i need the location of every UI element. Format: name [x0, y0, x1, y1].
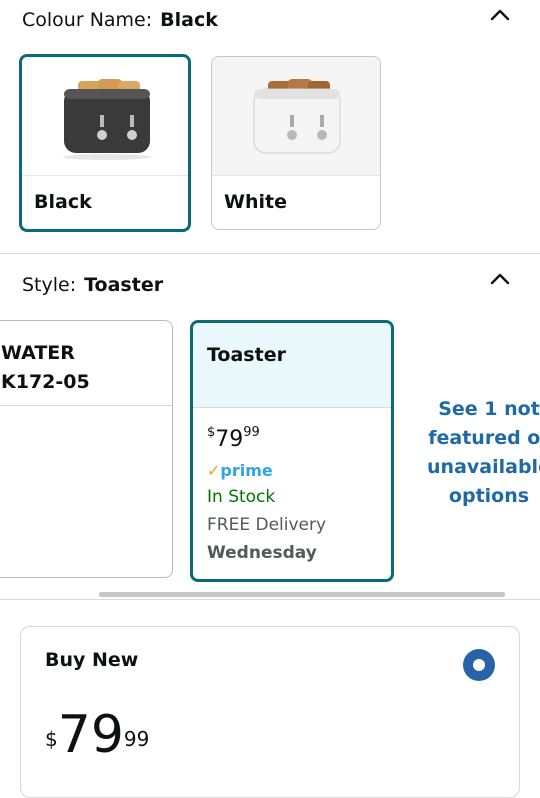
prime-badge: ✓prime [207, 461, 273, 480]
horizontal-scrollbar[interactable] [99, 592, 505, 597]
card-price: $7999 [207, 425, 260, 452]
section-divider [0, 599, 540, 600]
card-title: WATER K172-05 [1, 342, 90, 393]
style-section-header: Style: Toaster [22, 274, 163, 296]
delivery-day: Wednesday [207, 543, 317, 563]
radio-selected-icon[interactable] [463, 649, 495, 681]
swatch-label-black: Black [34, 191, 92, 213]
see-unavailable-options-link[interactable]: See 1 not featured or unavailable option… [424, 395, 540, 511]
delivery-text: FREE Delivery [207, 515, 327, 535]
prime-check-icon: ✓ [207, 461, 221, 480]
colour-swatch-black[interactable]: Black [19, 54, 191, 232]
style-label: Style: [22, 274, 77, 296]
card-header: Toaster [193, 323, 391, 408]
style-card-water[interactable]: WATER K172-05 [0, 320, 173, 578]
buy-new-option[interactable]: Buy New $7999 [20, 626, 520, 798]
card-header: WATER K172-05 [0, 321, 172, 406]
chevron-up-icon[interactable] [489, 4, 511, 26]
colour-selected-value: Black [160, 9, 218, 31]
style-selected-value: Toaster [84, 274, 164, 296]
toaster-black-image [22, 57, 188, 176]
buy-new-label: Buy New [45, 649, 139, 671]
colour-section-header: Colour Name: Black [22, 9, 218, 31]
style-card-toaster[interactable]: Toaster $7999 ✓prime In Stock FREE Deliv… [190, 320, 394, 582]
stock-status: In Stock [207, 487, 276, 507]
chevron-up-icon[interactable] [489, 268, 511, 290]
section-divider [0, 253, 540, 254]
swatch-label-white: White [224, 191, 287, 213]
colour-swatch-white[interactable]: White [211, 56, 381, 230]
card-title: Toaster [207, 344, 286, 366]
buy-new-price: $7999 [45, 705, 150, 765]
toaster-white-image [212, 57, 380, 176]
colour-label: Colour Name: [22, 9, 153, 31]
